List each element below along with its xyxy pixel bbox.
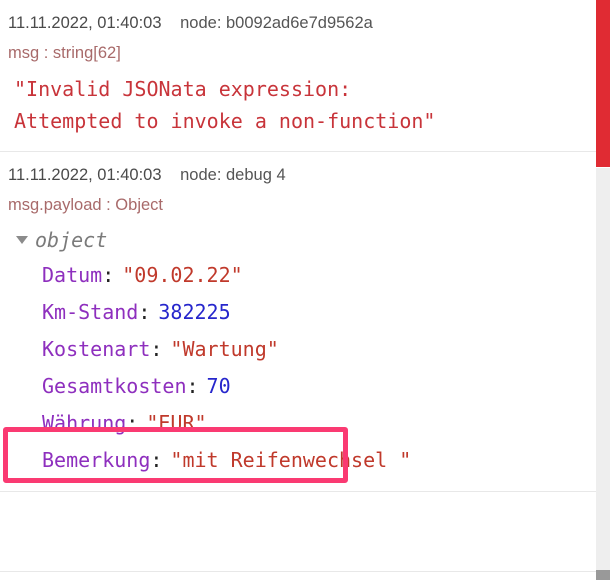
vertical-scrollbar-track[interactable] (596, 168, 610, 580)
property-colon: : (186, 374, 199, 398)
debug-panel: 11.11.2022, 01:40:03 node: b0092ad6e7d95… (0, 0, 610, 580)
object-property-kostenart[interactable]: Kostenart: "Wartung" (42, 331, 602, 368)
object-property-bemerkung[interactable]: Bemerkung: "mit Reifenwechsel " (42, 442, 602, 479)
object-property-list: Datum: "09.02.22" Km-Stand: 382225 Kostena… (8, 257, 602, 479)
message-source-node[interactable]: node: debug 4 (180, 166, 286, 184)
property-key: Datum (42, 263, 103, 287)
property-colon: : (102, 263, 115, 287)
triangle-down-icon[interactable] (16, 236, 28, 244)
property-key: Kostenart (42, 337, 151, 361)
object-root-label: object (35, 228, 108, 252)
property-value: "EUR" (146, 411, 207, 435)
message-timestamp: 11.11.2022, 01:40:03 (8, 14, 162, 32)
message-topic-payload: msg.payload : Object (8, 196, 163, 214)
debug-message-header: 11.11.2022, 01:40:03 node: debug 4 (0, 160, 610, 187)
object-property-waehrung[interactable]: Währung: "EUR" (42, 405, 602, 442)
message-topic-error: msg : string[62] (8, 44, 121, 62)
message-timestamp: 11.11.2022, 01:40:03 (8, 166, 162, 184)
error-status-stripe (596, 0, 610, 167)
object-tree: object Datum: "09.02.22" Km-Stand: 382225 … (0, 219, 610, 481)
object-property-datum[interactable]: Datum: "09.02.22" (42, 257, 602, 294)
property-colon: : (126, 411, 139, 435)
property-value: "Wartung" (170, 337, 279, 361)
property-colon: : (138, 300, 151, 324)
vertical-scrollbar-thumb[interactable] (596, 570, 610, 580)
debug-message-error[interactable]: 11.11.2022, 01:40:03 node: b0092ad6e7d95… (0, 0, 610, 152)
property-colon: : (150, 448, 163, 472)
property-key: Bemerkung (42, 448, 151, 472)
property-key: Währung (42, 411, 127, 435)
property-key: Km-Stand (42, 300, 139, 324)
property-key: Gesamtkosten (42, 374, 187, 398)
debug-message-header: 11.11.2022, 01:40:03 node: b0092ad6e7d95… (0, 8, 610, 35)
bottom-divider (0, 571, 596, 572)
property-value: "mit Reifenwechsel " (170, 448, 412, 472)
message-body-error: "Invalid JSONata expression: Attempted t… (14, 77, 436, 133)
object-property-gesamtkosten[interactable]: Gesamtkosten: 70 (42, 368, 602, 405)
object-root-row[interactable]: object (8, 223, 602, 257)
message-source-node[interactable]: node: b0092ad6e7d9562a (180, 14, 373, 32)
property-value: "09.02.22" (122, 263, 243, 287)
property-value: 70 (206, 374, 231, 398)
property-colon: : (150, 337, 163, 361)
object-property-km-stand[interactable]: Km-Stand: 382225 (42, 294, 602, 331)
property-value: 382225 (158, 300, 231, 324)
debug-message-payload[interactable]: 11.11.2022, 01:40:03 node: debug 4 msg.p… (0, 152, 610, 492)
